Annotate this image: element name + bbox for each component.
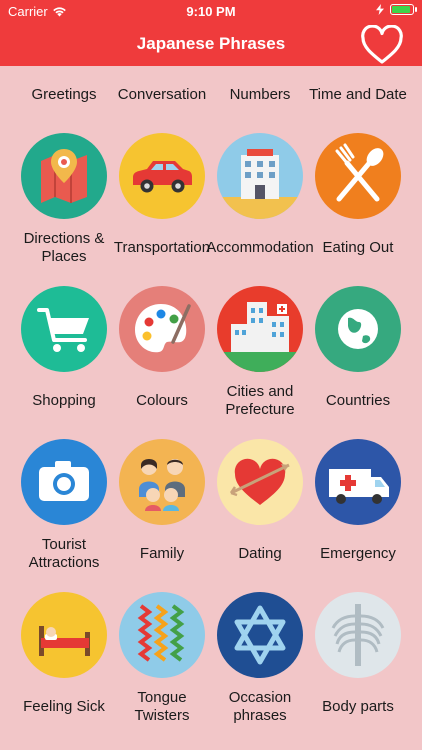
category-label: Tongue Twisters [134, 689, 190, 724]
category-label: Accommodation [206, 239, 314, 256]
category-countries[interactable]: Countries [308, 286, 408, 436]
status-time: 9:10 PM [186, 4, 236, 19]
camera-icon [21, 439, 107, 525]
skeleton-icon [315, 592, 401, 678]
category-transportation[interactable]: Transportation [112, 133, 212, 283]
nav-bar: Japanese Phrases [0, 22, 422, 66]
shopping-cart-icon [21, 286, 107, 372]
category-label: Body parts [322, 698, 394, 715]
category-label: Emergency [320, 545, 396, 562]
category-accommodation[interactable]: Accommodation [206, 133, 314, 283]
hotel-icon [217, 133, 303, 219]
category-label: Transportation [113, 239, 211, 256]
car-icon [119, 133, 205, 219]
status-right [376, 4, 417, 15]
category-numbers[interactable]: Numbers [210, 70, 310, 120]
category-shopping[interactable]: Shopping [14, 286, 114, 436]
category-label: Family [139, 545, 185, 562]
category-label: Tourist Attractions [28, 536, 100, 571]
category-family[interactable]: Family [112, 439, 212, 589]
status-bar: Carrier 9:10 PM [0, 0, 422, 22]
category-label: Shopping [32, 392, 96, 409]
heart-arrow-icon [217, 439, 303, 525]
category-tourist-attractions[interactable]: Tourist Attractions [14, 439, 114, 589]
category-conversation[interactable]: Conversation [112, 70, 212, 120]
category-label: Eating Out [322, 239, 394, 256]
category-label: Cities and Prefecture [225, 383, 295, 418]
category-label: Colours [136, 392, 188, 409]
category-body-parts[interactable]: Body parts [308, 592, 408, 742]
palette-icon [119, 286, 205, 372]
city-buildings-icon [217, 286, 303, 372]
ambulance-icon [315, 439, 401, 525]
category-label: Dating [238, 545, 282, 562]
category-dating[interactable]: Dating [210, 439, 310, 589]
category-label: Occasion phrases [228, 689, 292, 724]
globe-icon [315, 286, 401, 372]
twisted-strands-icon [119, 592, 205, 678]
category-occasion-phrases[interactable]: Occasion phrases [210, 592, 310, 742]
category-greetings[interactable]: Greetings [14, 70, 114, 120]
map-pin-icon [21, 133, 107, 219]
category-cities-prefecture[interactable]: Cities and Prefecture [210, 286, 310, 436]
star-of-david-icon [217, 592, 303, 678]
category-directions-places[interactable]: Directions & Places [14, 133, 114, 283]
category-time-and-date[interactable]: Time and Date [308, 70, 408, 120]
battery-fill [392, 6, 410, 13]
category-label: Countries [325, 392, 391, 409]
category-emergency[interactable]: Emergency [308, 439, 408, 589]
charging-bolt-icon [376, 4, 384, 15]
fork-spoon-icon [315, 133, 401, 219]
category-tongue-twisters[interactable]: Tongue Twisters [112, 592, 212, 742]
family-icon [119, 439, 205, 525]
category-feeling-sick[interactable]: Feeling Sick [14, 592, 114, 742]
category-colours[interactable]: Colours [112, 286, 212, 436]
sick-bed-icon [21, 592, 107, 678]
category-eating-out[interactable]: Eating Out [308, 133, 408, 283]
category-grid: Greetings Conversation Numbers Time and … [0, 66, 422, 750]
category-label: Feeling Sick [23, 698, 105, 715]
page-title: Japanese Phrases [136, 34, 286, 53]
battery-icon [390, 4, 417, 15]
heart-outline-icon [361, 24, 403, 64]
favorites-button[interactable] [360, 24, 404, 65]
category-label: Directions & Places [23, 230, 105, 265]
